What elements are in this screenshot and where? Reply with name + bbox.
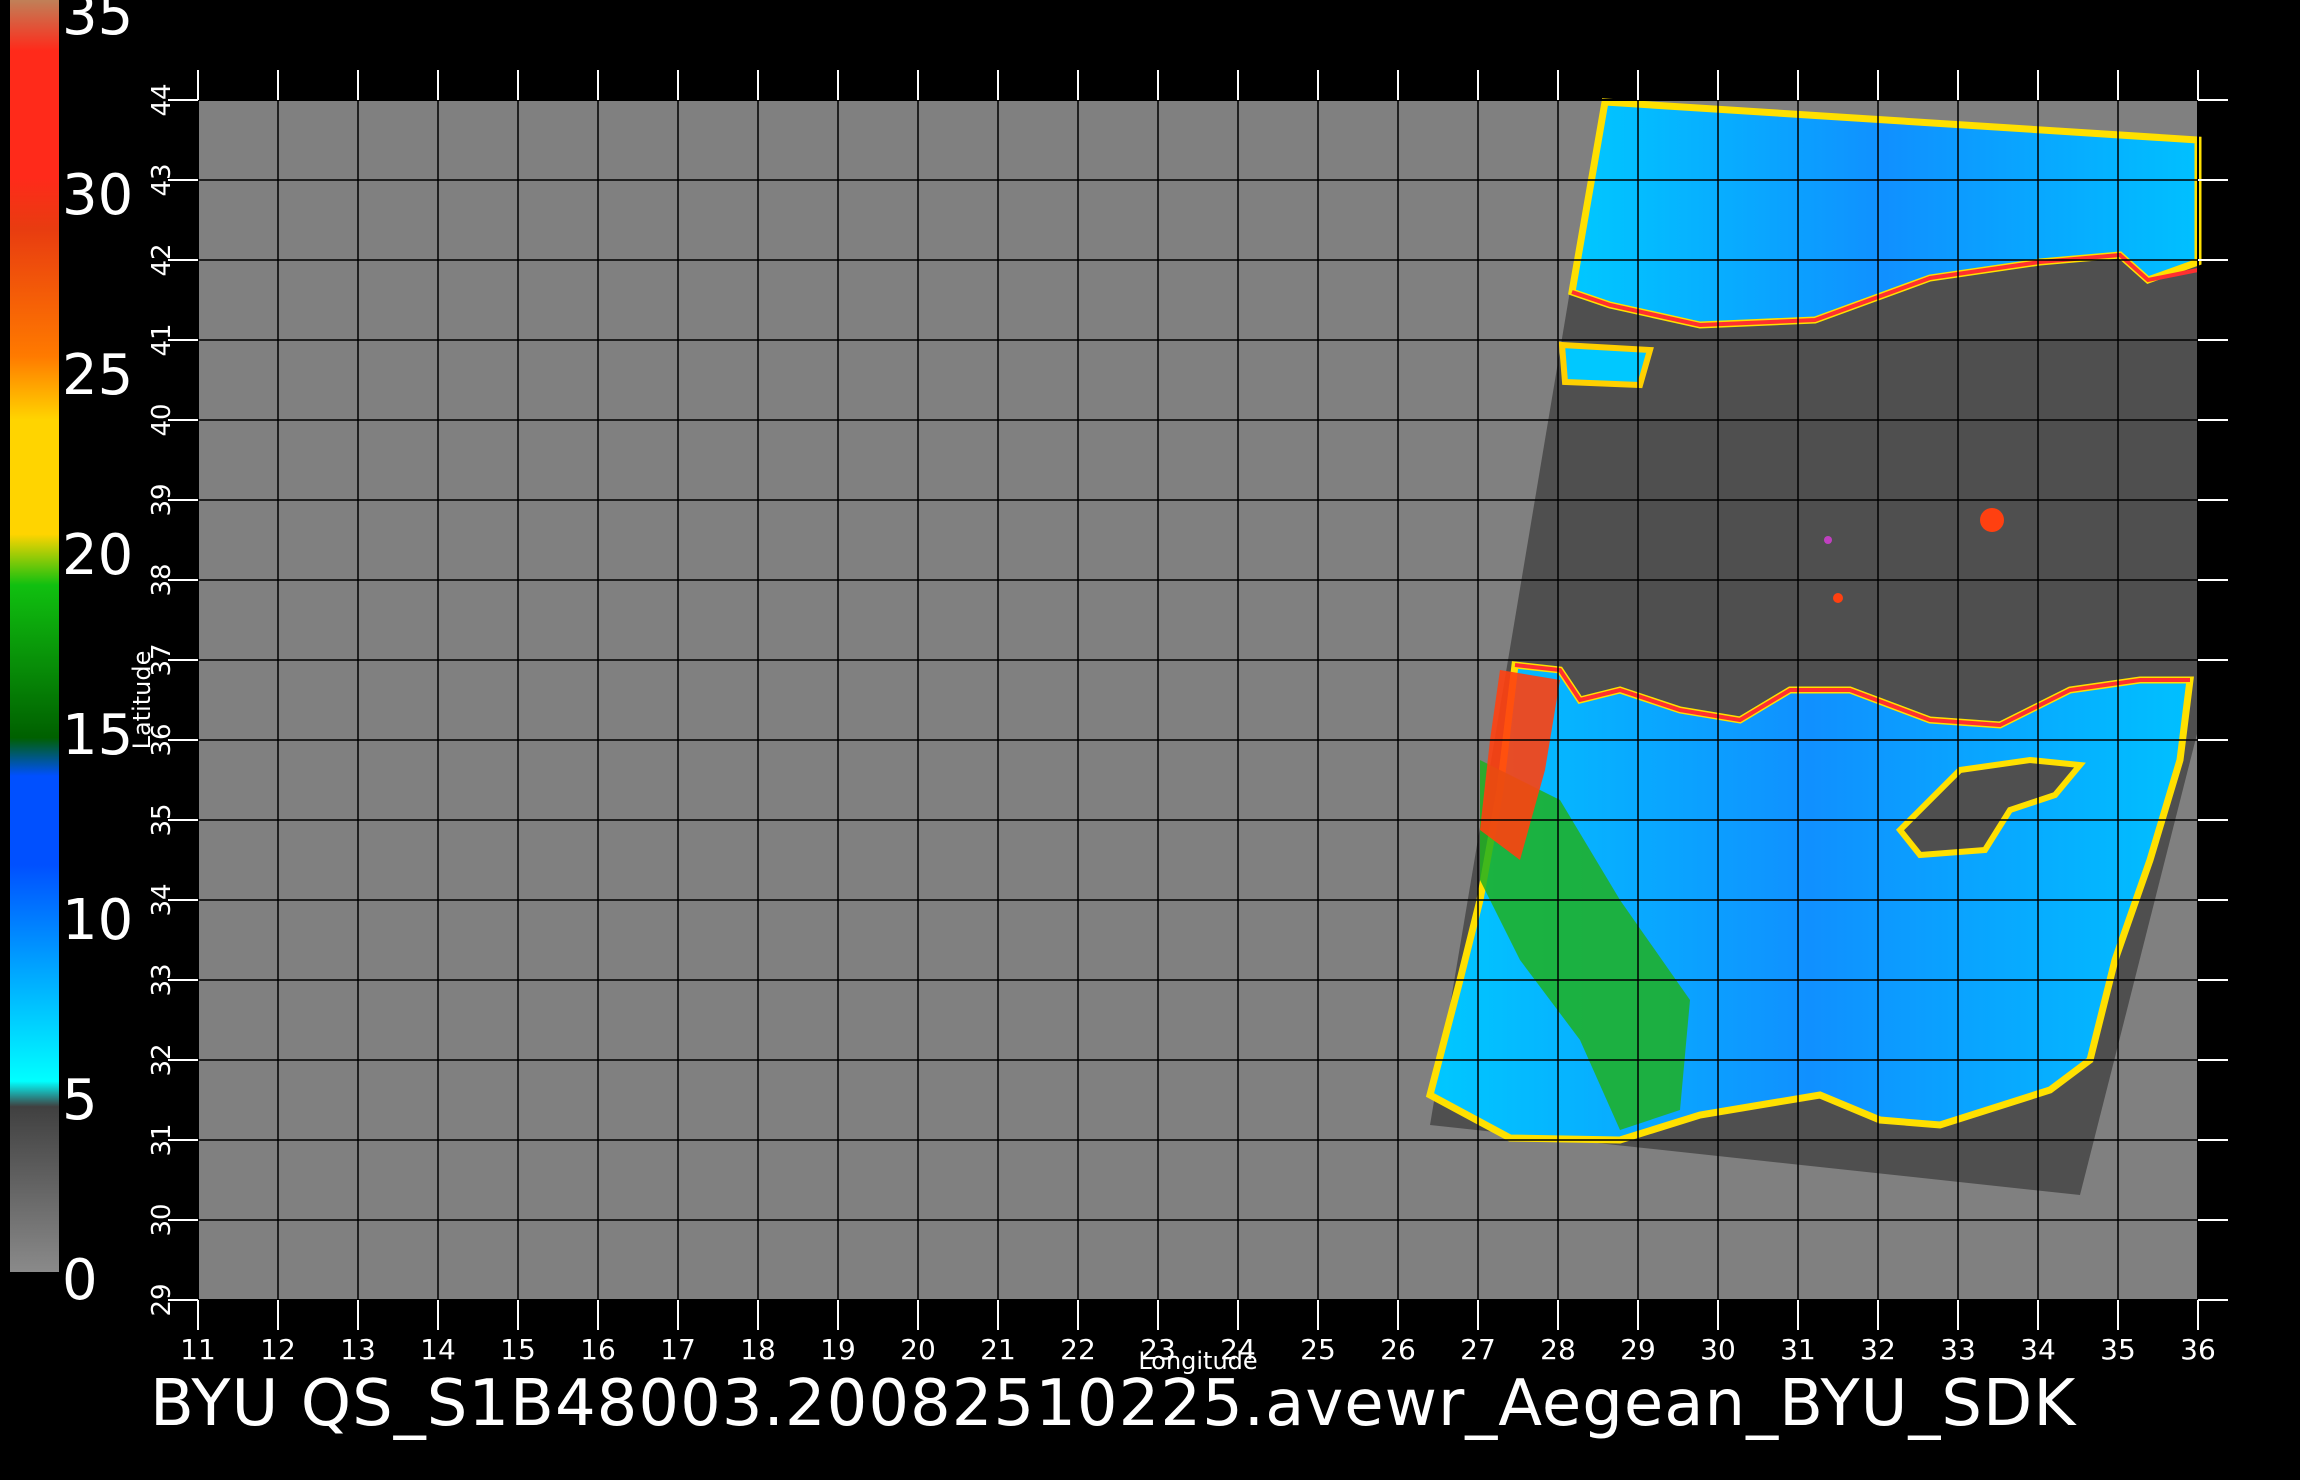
lon-tick-label: 16	[580, 1333, 616, 1366]
anomaly-spot	[1833, 593, 1843, 603]
wind-map: 11 12 13 14 15 16 17 18 19 20 21 22 23 24 25 26 27 28 29 30…	[128, 70, 2228, 1375]
lat-tick-label: 43	[147, 163, 177, 196]
lon-tick-label: 27	[1460, 1333, 1496, 1366]
lat-tick-label: 32	[147, 1043, 177, 1076]
lon-tick-label: 36	[2180, 1333, 2216, 1366]
lon-tick-label: 13	[340, 1333, 376, 1366]
marmara-region	[1558, 341, 1654, 389]
lat-tick-label: 39	[147, 483, 177, 516]
lon-tick-label: 14	[420, 1333, 456, 1366]
anomaly-spot	[1824, 536, 1832, 544]
lat-tick-label: 29	[147, 1283, 177, 1316]
lon-tick-label: 19	[820, 1333, 856, 1366]
lat-tick-label: 31	[147, 1123, 177, 1156]
lat-tick-label: 30	[147, 1203, 177, 1236]
lon-tick-label: 31	[1780, 1333, 1816, 1366]
lat-tick-label: 35	[147, 803, 177, 836]
lon-tick-label: 17	[660, 1333, 696, 1366]
image-caption: BYU QS_S1B48003.20082510225.avewr_Aegean…	[150, 1367, 2077, 1441]
lon-tick-label: 26	[1380, 1333, 1416, 1366]
lon-tick-label: 20	[900, 1333, 936, 1366]
lon-tick-label: 33	[1940, 1333, 1976, 1366]
lon-tick-label: 32	[1860, 1333, 1896, 1366]
lon-tick-label: 18	[740, 1333, 776, 1366]
lat-tick-label: 34	[147, 883, 177, 916]
lon-tick-label: 11	[180, 1333, 216, 1366]
lon-tick-label: 12	[260, 1333, 296, 1366]
lat-tick-label: 38	[147, 563, 177, 596]
lon-tick-label: 25	[1300, 1333, 1336, 1366]
lon-tick-label: 30	[1700, 1333, 1736, 1366]
lon-tick-label: 28	[1540, 1333, 1576, 1366]
lon-tick-label: 34	[2020, 1333, 2056, 1366]
y-axis-label: Latitude	[128, 651, 156, 750]
lat-tick-label: 33	[147, 963, 177, 996]
lon-tick-label: 15	[500, 1333, 536, 1366]
lon-tick-label: 35	[2100, 1333, 2136, 1366]
lon-tick-label: 29	[1620, 1333, 1656, 1366]
anomaly-spot	[1980, 508, 2004, 532]
lat-tick-label: 40	[147, 403, 177, 436]
lon-tick-label: 21	[980, 1333, 1016, 1366]
lat-tick-label: 44	[147, 83, 177, 116]
lat-tick-label: 41	[147, 323, 177, 356]
lat-tick-label: 42	[147, 243, 177, 276]
lon-tick-label: 22	[1060, 1333, 1096, 1366]
